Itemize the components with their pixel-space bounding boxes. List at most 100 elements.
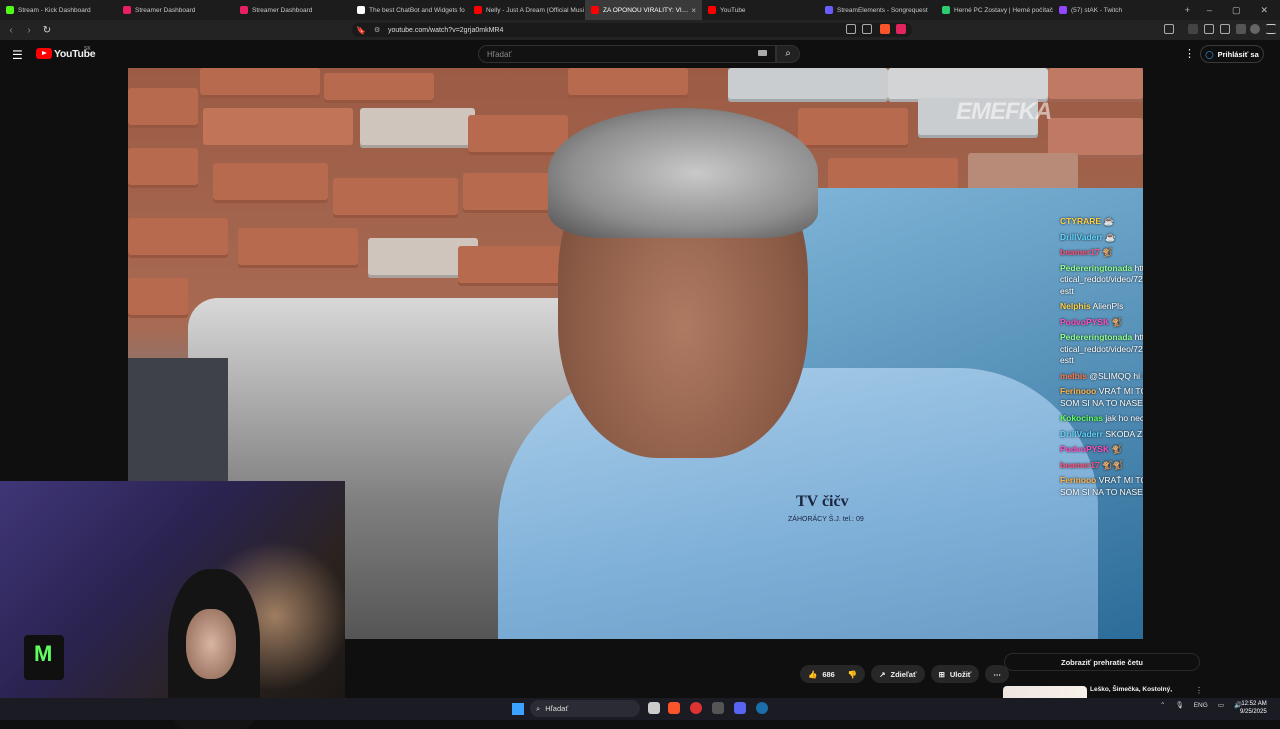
wall-brick bbox=[324, 73, 434, 103]
wall-brick bbox=[468, 115, 568, 155]
panel-icon[interactable] bbox=[1204, 24, 1214, 34]
tab-list: Stream - Kick Dashboard Streamer Dashboar… bbox=[0, 0, 1170, 20]
settings-menu-icon[interactable]: ⋮ bbox=[1184, 47, 1195, 60]
extensions-icon[interactable] bbox=[1236, 24, 1246, 34]
recommendation-title[interactable]: Leško, Šimečka, Kostolný, bbox=[1090, 686, 1172, 693]
like-button[interactable]: 👍 686 👎 bbox=[800, 665, 866, 683]
chat-username: Nelphis bbox=[1060, 301, 1091, 311]
chat-text: 🐒 bbox=[1111, 316, 1123, 327]
sign-in-button[interactable]: ◯ Prihlásiť sa bbox=[1200, 45, 1264, 63]
network-icon[interactable]: ▭ bbox=[1218, 701, 1224, 709]
xbox-icon[interactable] bbox=[712, 702, 724, 714]
wall-brick bbox=[1048, 68, 1143, 102]
bookmark-icon[interactable]: 🔖 bbox=[356, 26, 366, 35]
chat-message: Ferinooo VRAŤ MI TO PROSÍM PRVÝ KRÁT SOM… bbox=[1060, 386, 1143, 409]
chat-message: Pedereringtonada https://www.tiktok.com/… bbox=[1060, 332, 1143, 367]
thumbs-down-icon[interactable]: 👎 bbox=[848, 670, 857, 679]
chat-message: Kokocinas jak ho nechali do podmazu bbox=[1060, 413, 1143, 425]
chat-message: beamer17 🐒🐒 bbox=[1060, 460, 1143, 472]
back-icon[interactable]: ‹ bbox=[4, 25, 18, 36]
browser-tab[interactable]: Streamer Dashboard bbox=[117, 0, 234, 20]
forward-icon[interactable]: › bbox=[22, 25, 36, 36]
save-label: Uložiť bbox=[949, 669, 972, 679]
tab-title: Nelly - Just A Dream (Official Musi bbox=[486, 6, 585, 14]
energy-drink-can bbox=[24, 635, 64, 680]
brave-browser-icon[interactable] bbox=[668, 702, 680, 714]
browser-menu-icon[interactable] bbox=[1266, 24, 1276, 34]
recommendation-thumbnail[interactable] bbox=[1003, 686, 1087, 698]
chat-username: Ferinooo bbox=[1060, 386, 1097, 396]
sidebar-icon[interactable] bbox=[1164, 24, 1174, 34]
share-icon[interactable] bbox=[862, 24, 872, 34]
vpn-icon[interactable] bbox=[1250, 24, 1260, 34]
install-app-icon[interactable] bbox=[846, 24, 856, 34]
browser-tab[interactable]: Nelly - Just A Dream (Official Musi bbox=[468, 0, 585, 20]
browser-tab[interactable]: The best ChatBot and Widgets fo bbox=[351, 0, 468, 20]
search-button[interactable]: ⌕ bbox=[776, 45, 800, 63]
browser-tab[interactable]: StreamElements - Songrequest bbox=[819, 0, 936, 20]
taskbar-clock[interactable]: 12:52 AM 9/25/2025 bbox=[1240, 700, 1267, 716]
chat-username: beamer17 bbox=[1060, 459, 1100, 470]
recommendation-menu-icon[interactable]: ⋮ bbox=[1195, 686, 1203, 695]
brave-shields-icon[interactable] bbox=[880, 24, 890, 34]
tab-title: YouTube bbox=[720, 6, 746, 14]
browser-tab[interactable]: Streamer Dashboard bbox=[234, 0, 351, 20]
chat-message: DrillVaderr ☕ bbox=[1060, 232, 1143, 244]
wall-brick bbox=[360, 108, 475, 148]
close-window-button[interactable]: ✕ bbox=[1260, 5, 1268, 16]
browser-tab[interactable]: Herné PC Zostavy | Herné počítač bbox=[936, 0, 1053, 20]
tab-favicon-icon bbox=[825, 6, 833, 14]
wall-brick bbox=[333, 178, 458, 218]
tab-favicon-icon bbox=[591, 6, 599, 14]
hamburger-menu-icon[interactable]: ☰ bbox=[12, 48, 23, 62]
browser-tab[interactable]: Stream - Kick Dashboard bbox=[0, 0, 117, 20]
share-button[interactable]: ↗ Zdieľať bbox=[871, 665, 925, 683]
youtube-logo-icon[interactable] bbox=[36, 48, 52, 59]
url-field[interactable]: 🔖 ⚙ youtube.com/watch?v=2grja0mkMR4 bbox=[352, 23, 912, 37]
site-info-icon[interactable]: ⚙ bbox=[374, 26, 380, 34]
taskbar-search[interactable]: ⌕ Hľadať bbox=[530, 700, 640, 717]
shirt-logo: TV čičv bbox=[796, 493, 849, 510]
chat-message: melbis @SLIMQQ hi kamišak bla 🐒 bbox=[1060, 371, 1143, 383]
chat-username: PodvoPYSK bbox=[1060, 444, 1110, 454]
steam-icon[interactable] bbox=[756, 702, 768, 714]
new-tab-button[interactable]: + bbox=[1185, 5, 1190, 15]
microphone-icon[interactable]: 🎙 bbox=[1175, 701, 1183, 709]
app-icon[interactable] bbox=[690, 702, 702, 714]
chat-message: DrillVaderr SKODA ZE JE CIGAN bbox=[1060, 429, 1143, 441]
sign-in-label: Prihlásiť sa bbox=[1217, 49, 1259, 59]
tab-title: ZA OPONOU VIRALITY: VI… bbox=[603, 6, 689, 14]
chat-username: DrillVaderr bbox=[1060, 231, 1103, 242]
chat-username: Kokocinas bbox=[1060, 413, 1103, 423]
wall-brick bbox=[1048, 118, 1143, 158]
language-indicator[interactable]: ENG bbox=[1194, 702, 1208, 709]
reload-icon[interactable]: ↻ bbox=[40, 25, 54, 36]
tabs-icon[interactable] bbox=[1220, 24, 1230, 34]
chat-replay-button[interactable]: Zobraziť prehratie četu bbox=[1004, 653, 1200, 671]
account-icon: ◯ bbox=[1205, 49, 1214, 59]
shirt-logo-sub: ZÁHORÁCY Š.J. tel.: 09 bbox=[788, 516, 864, 523]
music-extension-icon[interactable] bbox=[1188, 24, 1198, 34]
maximize-button[interactable]: ▢ bbox=[1232, 5, 1241, 16]
chat-message: Nelphis AlienPls bbox=[1060, 301, 1143, 313]
file-explorer-icon[interactable] bbox=[648, 702, 660, 714]
tab-favicon-icon bbox=[123, 6, 131, 14]
discord-icon[interactable] bbox=[734, 702, 746, 714]
minimize-button[interactable]: – bbox=[1207, 5, 1212, 15]
tab-favicon-icon bbox=[942, 6, 950, 14]
browser-tab[interactable]: (57) stAK - Twitch bbox=[1053, 0, 1170, 20]
keyboard-icon[interactable] bbox=[758, 50, 767, 56]
tab-close-icon[interactable]: × bbox=[691, 6, 696, 15]
search-input[interactable]: Hľadať bbox=[478, 45, 776, 63]
chat-username: Pedereringtonada bbox=[1060, 332, 1133, 342]
tab-title: Herné PC Zostavy | Herné počítač bbox=[954, 6, 1053, 14]
tray-chevron-icon[interactable]: ⌃ bbox=[1160, 701, 1165, 709]
brave-rewards-icon[interactable] bbox=[896, 24, 906, 34]
channel-watermark: EMEFKA bbox=[956, 98, 1052, 125]
save-button[interactable]: ⊞ Uložiť bbox=[930, 665, 980, 683]
browser-tab[interactable]: ZA OPONOU VIRALITY: VI… × bbox=[585, 0, 702, 20]
wall-brick bbox=[728, 68, 888, 102]
browser-tab[interactable]: YouTube bbox=[702, 0, 819, 20]
windows-start-icon[interactable] bbox=[512, 703, 524, 715]
chat-text: @SLIMQQ hi kamišak bla 🐒 bbox=[1089, 370, 1143, 381]
